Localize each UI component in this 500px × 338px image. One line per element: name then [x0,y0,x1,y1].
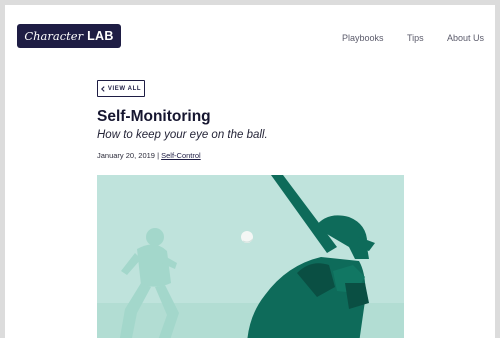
page: Character LAB Playbooks Tips About Us VI… [5,5,495,338]
chevron-left-icon [100,85,105,92]
nav-playbooks[interactable]: Playbooks [342,33,384,43]
article-title: Self-Monitoring [97,108,211,125]
hero-illustration [97,175,404,338]
nav-tips[interactable]: Tips [407,33,424,43]
nav-about-us[interactable]: About Us [447,33,484,43]
category-link[interactable]: Self-Control [161,151,201,160]
meta-separator: | [157,151,160,160]
logo-script-text: Character [24,29,84,43]
view-all-button[interactable]: VIEW ALL [97,80,145,97]
article-date: January 20, 2019 [97,151,155,160]
article-subtitle: How to keep your eye on the ball. [97,129,268,141]
article-meta: January 20, 2019 | Self-Control [97,151,201,160]
logo-bold-text: LAB [87,29,114,43]
character-lab-logo[interactable]: Character LAB [17,24,121,48]
view-all-label: VIEW ALL [107,85,142,92]
